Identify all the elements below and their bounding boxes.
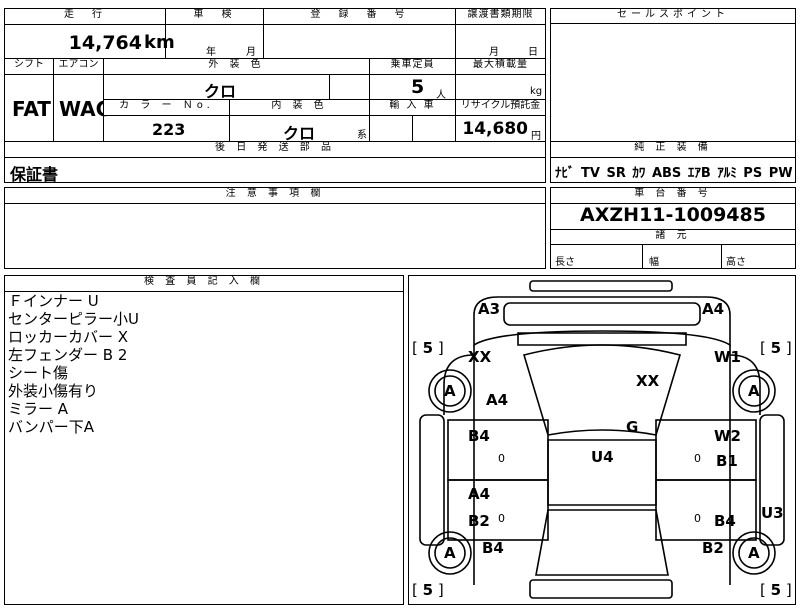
damage-label: B2: [468, 512, 490, 530]
damage-label: B1: [716, 452, 738, 470]
door-mark: 0: [694, 512, 701, 525]
tyre-rr-bracket: [ 5 ]: [760, 581, 792, 599]
wheel-label: A: [748, 544, 760, 562]
aircon-header: エアコン: [54, 59, 104, 75]
inspector-line: 外装小傷有り: [8, 382, 99, 400]
equipment-ps: PS: [743, 166, 763, 181]
inspector-line: 左フェンダー B 2: [8, 346, 128, 364]
dimension-width: 幅: [643, 245, 722, 268]
inspector-line: ミラー A: [8, 400, 69, 418]
inspector-line: バンパー下A: [8, 418, 95, 436]
max-load-unit: kg: [530, 86, 543, 97]
inspection-month-unit: 月: [246, 47, 256, 58]
shift-value: FAT: [12, 97, 51, 121]
recycle-header: リサイクル預託金: [456, 100, 545, 116]
door-mark: 0: [498, 512, 505, 525]
import-cell-left: [370, 116, 413, 141]
door-mark: 0: [694, 452, 701, 465]
later-parts-value: 保証書: [10, 165, 59, 184]
chassis-number: AXZH11-1009485: [580, 204, 766, 226]
max-load-header: 最大積載量: [456, 59, 545, 75]
interior-color-header: 内 装 色: [230, 100, 370, 116]
tyre-fl-bracket: [ 5 ]: [412, 339, 444, 357]
damage-label: B4: [482, 539, 504, 557]
import-cell-right: [413, 116, 456, 141]
shift-header: シフト: [5, 59, 54, 75]
recycle-unit: 円: [531, 131, 541, 142]
equipment-airbag: ｴｱB: [687, 166, 711, 181]
registration-cell: [264, 25, 456, 59]
inspector-header: 検 査 員 記 入 欄: [5, 276, 403, 292]
mileage-header: 走 行: [5, 9, 166, 25]
capacity-unit: 人: [436, 90, 446, 101]
recycle-value: 14,680: [462, 119, 528, 139]
damage-label: A4: [486, 391, 509, 409]
dimension-length: 長さ: [551, 245, 643, 268]
equipment-sr: SR: [606, 166, 626, 181]
color-no-header: カ ラ ー Ｎo.: [104, 100, 230, 116]
aircon-value: WAC: [59, 97, 111, 121]
capacity-value: 5: [411, 76, 425, 98]
inspector-line: ロッカーカバー X: [8, 328, 129, 346]
damage-label: G: [626, 418, 639, 436]
equipment-tv: TV: [581, 166, 600, 181]
sales-point-header: セールスポイント: [551, 9, 795, 24]
damage-label: B4: [468, 427, 490, 445]
color-no-value: 223: [152, 120, 186, 139]
interior-color-suffix: 系: [357, 130, 367, 141]
exterior-color-value: クロ: [204, 82, 237, 101]
damage-label: U3: [761, 504, 784, 522]
equipment-navi: ﾅﾋﾞ: [555, 166, 575, 181]
damage-label: A4: [468, 485, 491, 503]
mileage-value: 14,764: [68, 32, 142, 54]
wheel-label: A: [444, 382, 456, 400]
exterior-color-extra-cell: [330, 75, 370, 100]
tyre-rl-bracket: [ 5 ]: [412, 581, 444, 599]
damage-label: W2: [714, 427, 741, 445]
wheel-label: A: [748, 382, 760, 400]
damage-label: XX: [636, 372, 660, 390]
dimensions-header: 諸 元: [551, 229, 795, 245]
genuine-equipment-header: 純 正 装 備: [551, 141, 795, 158]
notes-header: 注 意 事 項 欄: [5, 188, 545, 204]
wheel-label: A: [444, 544, 456, 562]
transfer-header: 譲渡書類期限: [456, 9, 545, 25]
chassis-header: 車 台 番 号: [551, 188, 795, 204]
genuine-equipment-list: ﾅﾋﾞ TV SR ｶﾜ ABS ｴｱB ｱﾙﾐ PS PW: [555, 162, 793, 181]
inspector-line: Ｆインナー U: [8, 292, 99, 310]
inspector-notes: Ｆインナー U センターピラー小U ロッカーカバー X 左フェンダー B 2 シ…: [8, 292, 139, 436]
damage-label: A4: [702, 300, 725, 318]
dimension-height: 高さ: [726, 257, 746, 268]
transfer-month-unit: 月: [489, 47, 499, 58]
inspection-year-unit: 年: [206, 47, 216, 58]
damage-label: XX: [468, 348, 492, 366]
door-mark: 0: [498, 452, 505, 465]
damage-label: U4: [591, 448, 614, 466]
registration-header: 登 録 番 号: [264, 9, 456, 25]
damage-label: A3: [478, 300, 501, 318]
damage-label: W1: [714, 348, 741, 366]
damage-label: B2: [702, 539, 724, 557]
inspector-line: センターピラー小U: [8, 310, 139, 328]
exterior-color-header: 外 装 色: [104, 59, 370, 75]
import-header: 輸 入 車: [370, 100, 456, 116]
later-parts-header: 後 日 発 送 部 品: [5, 141, 545, 158]
transfer-day-unit: 日: [528, 47, 538, 58]
capacity-header: 乗車定員: [370, 59, 456, 75]
inspection-header: 車 検: [166, 9, 264, 25]
tyre-fr-bracket: [ 5 ]: [760, 339, 792, 357]
inspector-line: シート傷: [8, 364, 69, 382]
equipment-pw: PW: [768, 166, 793, 181]
equipment-alloy: ｱﾙﾐ: [717, 166, 737, 181]
diagram-labels: [ 5 ] [ 5 ] [ 5 ] [ 5 ] A3 A4 XX W1 XX A…: [408, 275, 796, 600]
damage-label: B4: [714, 512, 736, 530]
equipment-abs: ABS: [651, 166, 682, 181]
equipment-leather: ｶﾜ: [632, 166, 646, 181]
